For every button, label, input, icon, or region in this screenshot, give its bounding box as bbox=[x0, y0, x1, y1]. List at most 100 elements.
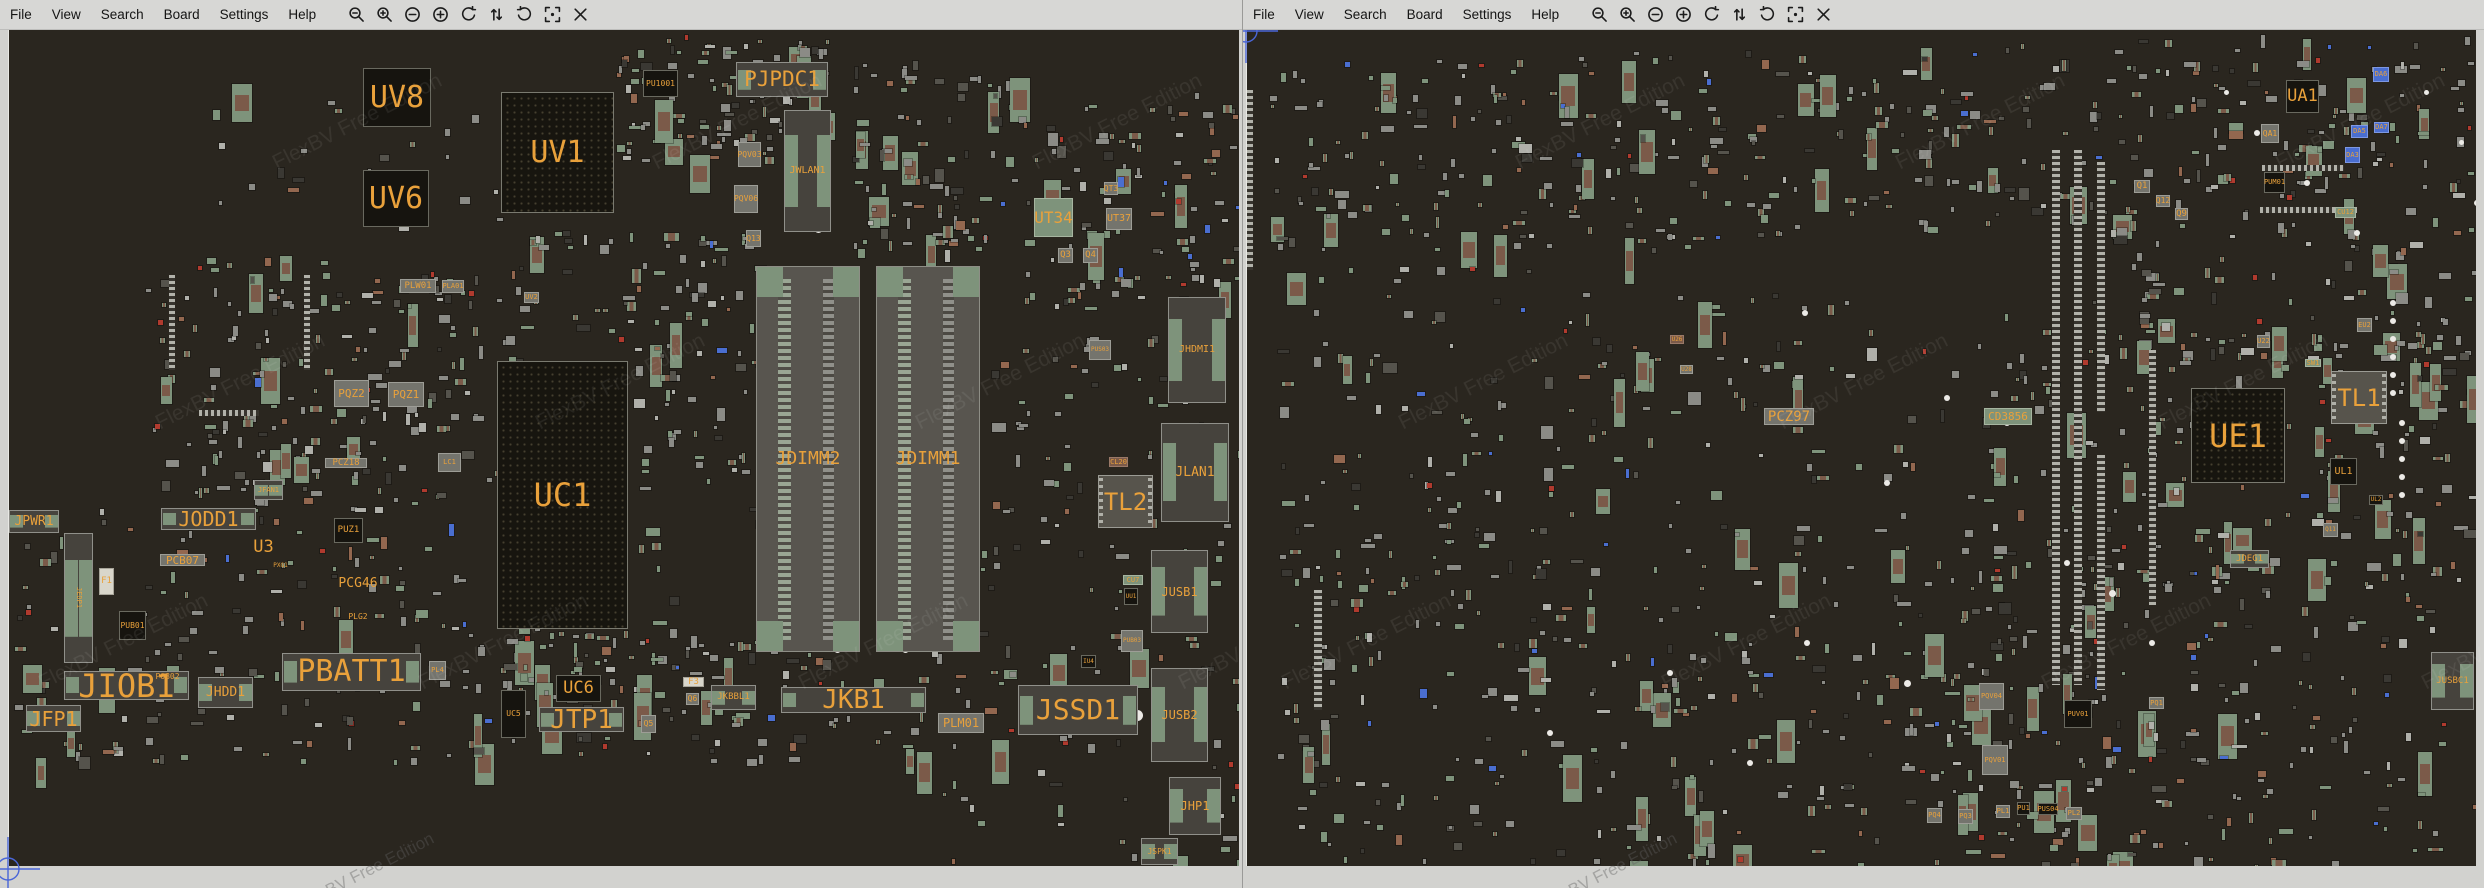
component-jpwr1[interactable]: JPWR1 bbox=[9, 510, 59, 533]
component-pbatt1[interactable]: PBATT1 bbox=[282, 653, 421, 691]
component-pum01[interactable]: PUM01 bbox=[2264, 172, 2285, 193]
component-pqv06[interactable]: PQV06 bbox=[734, 185, 758, 213]
component-da7[interactable]: DA7 bbox=[2374, 122, 2389, 133]
component-pqv03[interactable]: PQV03 bbox=[738, 142, 761, 167]
component-q3[interactable]: Q3 bbox=[1058, 248, 1073, 263]
component-qt3[interactable]: QT3 bbox=[1104, 182, 1118, 195]
component-pl2[interactable]: PL2 bbox=[2066, 807, 2082, 820]
component-pla01[interactable]: PLA01 bbox=[442, 280, 464, 293]
component-ue1[interactable]: UE1 bbox=[2191, 388, 2285, 483]
component-plg2[interactable]: PLG2 bbox=[347, 613, 369, 621]
component-ul1[interactable]: UL1 bbox=[2330, 458, 2357, 485]
component-uu1[interactable]: UU1 bbox=[1124, 588, 1138, 605]
component-jtp1[interactable]: JTP1 bbox=[539, 707, 624, 732]
board-view-left[interactable]: UV8UV6UV1PJPDC1JWLAN1PU1001PQV03PQV06Q13… bbox=[8, 30, 1239, 866]
fit-view-button[interactable] bbox=[1787, 6, 1804, 23]
menu-board[interactable]: Board bbox=[1397, 5, 1453, 24]
expand-button[interactable] bbox=[432, 6, 449, 23]
component-pus04[interactable]: PUS04 bbox=[2038, 803, 2058, 815]
component-pqv01[interactable]: PQV01 bbox=[1982, 745, 2008, 775]
collapse-button[interactable] bbox=[1647, 6, 1664, 23]
component-uc6[interactable]: UC6 bbox=[556, 675, 601, 702]
menu-file[interactable]: File bbox=[1243, 5, 1285, 24]
component-puv01[interactable]: PUV01 bbox=[2064, 700, 2092, 728]
flip-vertical-button[interactable] bbox=[488, 6, 505, 23]
component-uc1[interactable]: UC1 bbox=[497, 361, 628, 629]
menu-search[interactable]: Search bbox=[1334, 5, 1397, 24]
component-qa1[interactable]: QA1 bbox=[2261, 124, 2279, 143]
component-pqv04[interactable]: PQV04 bbox=[1979, 683, 2004, 710]
rotate-ccw-button[interactable] bbox=[1703, 6, 1720, 23]
menu-board[interactable]: Board bbox=[154, 5, 210, 24]
component-pcb07[interactable]: PCB07 bbox=[160, 554, 205, 566]
component-cu12[interactable]: CU12 bbox=[2335, 207, 2356, 218]
component-cu7[interactable]: CU7 bbox=[1123, 575, 1143, 585]
component-pqz1[interactable]: PQZ1 bbox=[388, 382, 424, 407]
menu-file[interactable]: File bbox=[0, 5, 42, 24]
component-uv1[interactable]: UV1 bbox=[501, 92, 614, 213]
component-plw01[interactable]: PLW01 bbox=[400, 279, 436, 293]
component-jkbbl1[interactable]: JKBBL1 bbox=[711, 685, 756, 710]
component-pus03[interactable]: PUS03 bbox=[1089, 340, 1111, 360]
component-uc5[interactable]: UC5 bbox=[501, 690, 526, 738]
component-iu4[interactable]: IU4 bbox=[1081, 655, 1096, 668]
component-pl1[interactable]: PL1 bbox=[1996, 805, 2010, 818]
component-p0802[interactable]: P0802 bbox=[154, 672, 181, 682]
fit-view-button[interactable] bbox=[544, 6, 561, 23]
component-q9[interactable]: Q9 bbox=[2175, 208, 2188, 220]
component-uv6[interactable]: UV6 bbox=[363, 170, 429, 227]
component-jodd1[interactable]: JODD1 bbox=[161, 508, 256, 530]
component-uv2[interactable]: UV2 bbox=[524, 292, 539, 303]
component-ua1[interactable]: UA1 bbox=[2286, 80, 2319, 113]
component-da6[interactable]: DA6 bbox=[2373, 67, 2389, 82]
component-ut34[interactable]: UT34 bbox=[1034, 198, 1073, 237]
component-tl2[interactable]: TL2 bbox=[1098, 475, 1153, 528]
component-plm01[interactable]: PLM01 bbox=[938, 713, 984, 733]
component-jssd1[interactable]: JSSD1 bbox=[1018, 685, 1138, 735]
component-f3[interactable]: F3 bbox=[683, 677, 704, 687]
component-u28[interactable]: U28 bbox=[1680, 365, 1693, 374]
close-button[interactable] bbox=[1815, 6, 1832, 23]
component-pq3[interactable]: PQ3 bbox=[1958, 809, 1973, 824]
component-pl4[interactable]: PL4 bbox=[429, 661, 446, 680]
component-pcg46[interactable]: PCG46 bbox=[336, 576, 380, 590]
component-cl20[interactable]: CL20 bbox=[1109, 457, 1128, 467]
component-jlan1[interactable]: JLAN1 bbox=[1161, 423, 1229, 522]
zoom-in-button[interactable] bbox=[1619, 6, 1636, 23]
component-tl1[interactable]: TL1 bbox=[2331, 371, 2387, 424]
component-lc1[interactable]: LC1 bbox=[438, 453, 461, 472]
component-jspk1[interactable]: JSPK1 bbox=[1141, 838, 1178, 865]
menu-help[interactable]: Help bbox=[278, 5, 326, 24]
rotate-ccw-button[interactable] bbox=[460, 6, 477, 23]
rotate-cw-button[interactable] bbox=[1759, 6, 1776, 23]
component-u3[interactable]: U3 bbox=[253, 538, 274, 557]
menu-help[interactable]: Help bbox=[1521, 5, 1569, 24]
component-sw1[interactable]: SW1 bbox=[2305, 359, 2321, 367]
component-cd3856[interactable]: CD3856 bbox=[1984, 408, 2032, 425]
expand-button[interactable] bbox=[1675, 6, 1692, 23]
component-q6[interactable]: Q6 bbox=[686, 693, 699, 705]
component-pxg1[interactable]: PXG1 bbox=[272, 563, 289, 569]
component-q1[interactable]: Q1 bbox=[2134, 180, 2150, 193]
component-ul2[interactable]: UL2 bbox=[2369, 495, 2383, 505]
component-da3[interactable]: DA3 bbox=[2345, 147, 2360, 163]
component-jdimm2[interactable]: JDIMM2 bbox=[756, 266, 860, 652]
component-f1[interactable]: F1 bbox=[99, 568, 114, 595]
flip-vertical-button[interactable] bbox=[1731, 6, 1748, 23]
zoom-out-button[interactable] bbox=[1591, 6, 1608, 23]
component-jdimm1[interactable]: JDIMM1 bbox=[876, 266, 980, 652]
component-jkb1[interactable]: JKB1 bbox=[781, 687, 926, 713]
close-button[interactable] bbox=[572, 6, 589, 23]
component-jfan1[interactable]: JFAN1 bbox=[254, 480, 283, 500]
component-pub01[interactable]: PUB01 bbox=[119, 611, 146, 640]
board-view-right[interactable]: UA1QA1DA6DA5DA7DA3PUM01CU12Q1Q12Q9EU2U22… bbox=[1246, 30, 2476, 866]
component-da5[interactable]: DA5 bbox=[2351, 125, 2368, 138]
component-jedp1[interactable]: JEDP1 bbox=[64, 533, 93, 663]
component-pq4[interactable]: PQ4 bbox=[1927, 808, 1942, 823]
component-pub03[interactable]: PUB03 bbox=[1121, 630, 1143, 652]
component-puz1[interactable]: PUZ1 bbox=[334, 518, 363, 543]
component-pu1001[interactable]: PU1001 bbox=[643, 70, 678, 97]
zoom-in-button[interactable] bbox=[376, 6, 393, 23]
component-u26[interactable]: U26 bbox=[1670, 335, 1684, 344]
component-jdeg1[interactable]: JDEG1 bbox=[2230, 550, 2269, 568]
